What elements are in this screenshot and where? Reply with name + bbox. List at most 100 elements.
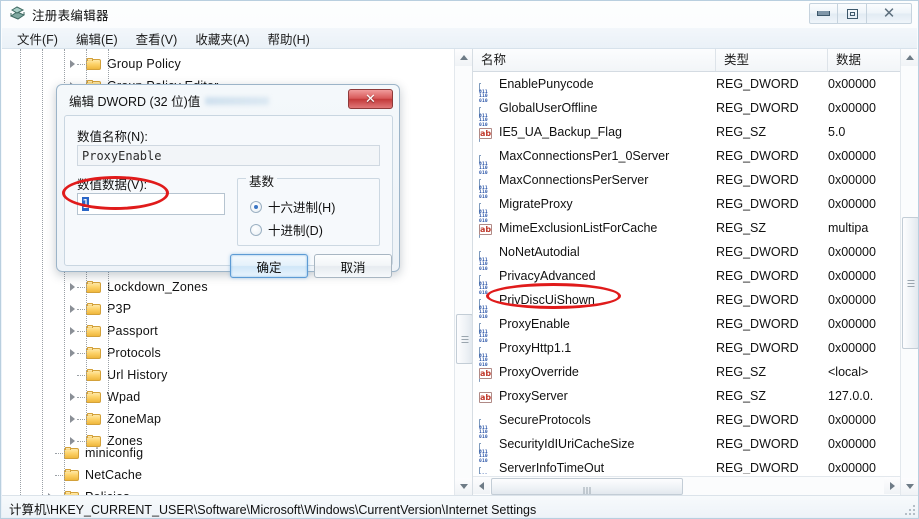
value-name: ProxyOverride [499, 365, 579, 379]
tree-guide-line [42, 49, 43, 495]
table-row[interactable]: 011 110 010 GlobalUserOffline REG_DWORD 0x000… [473, 96, 901, 143]
table-row[interactable]: 011110010 ServerInfoTimeOut REG_DWORD 0x000… [473, 456, 901, 474]
menu-help[interactable]: 帮助(H) [258, 27, 318, 50]
list-scrollbar-horizontal[interactable] [473, 476, 901, 495]
list-scroll-left-button[interactable] [473, 477, 490, 494]
tree-item[interactable]: ZoneMap [70, 408, 161, 430]
list-scroll-down-button[interactable] [901, 478, 918, 495]
registry-values-pane[interactable]: 名称 类型 数据 011 110 010 EnablePunycode REG_DWOR… [473, 49, 918, 495]
value-name: MaxConnectionsPer1_0Server [499, 149, 670, 163]
value-type: REG_DWORD [716, 197, 799, 211]
tree-item[interactable]: NetCache [64, 464, 142, 486]
tree-scroll-thumb[interactable] [456, 314, 472, 364]
list-rows[interactable]: 011 110 010 EnablePunycode REG_DWORD 0x00000 0… [473, 71, 901, 474]
value-data: 0x00000 [828, 149, 876, 163]
tree-item[interactable]: Policies [48, 486, 130, 495]
value-type: REG_SZ [716, 365, 767, 379]
table-row[interactable]: 011 110 010 MigrateProxy REG_DWORD 0x00000 [473, 192, 901, 239]
tree-item[interactable]: Url History [86, 364, 168, 386]
dialog-close-button[interactable]: ✕ [348, 89, 393, 109]
radio-decimal[interactable]: 十进制(D) [250, 220, 323, 239]
tree-expander-icon[interactable] [70, 415, 75, 423]
radio-decimal-icon [250, 223, 262, 236]
dialog-title-bar[interactable]: 编辑 DWORD (32 位)值 ✕ [57, 85, 399, 114]
tree-scroll-up-button[interactable] [455, 49, 472, 66]
tree-expander-icon[interactable] [70, 60, 75, 68]
column-header-name[interactable]: 名称 [473, 49, 716, 71]
tree-expander-icon[interactable] [70, 393, 75, 401]
table-row[interactable]: 011 110 010 SecureProtocols REG_DWORD 0x00000 [473, 408, 901, 455]
value-name: ServerInfoTimeOut [499, 461, 605, 474]
table-row[interactable]: 011 110 010 ProxyEnable REG_DWORD 0x00000 [473, 312, 901, 359]
minimize-button[interactable] [809, 3, 838, 24]
tree-item[interactable]: Wpad [70, 386, 140, 408]
ok-button[interactable]: 确定 [230, 254, 308, 278]
table-row[interactable]: ab IE5_UA_Backup_Flag REG_SZ 5.0 [473, 120, 901, 144]
maximize-button[interactable] [838, 3, 867, 24]
value-data: 0x00000 [828, 437, 876, 451]
dword-icon: 011110010 [479, 437, 493, 474]
tree-item[interactable]: Group Policy [70, 53, 181, 75]
dword-icon: 011110010 [479, 341, 493, 383]
value-data-text: 1 [82, 197, 90, 211]
string-icon: ab [479, 127, 493, 139]
table-row[interactable]: 011 110 010 MaxConnectionsPerServer REG_DWOR… [473, 168, 901, 215]
table-row[interactable]: 011 110 010 MaxConnectionsPer1_0Server REG_D… [473, 144, 901, 191]
value-type: REG_DWORD [716, 341, 799, 355]
column-header-type[interactable]: 类型 [716, 49, 828, 71]
tree-item[interactable]: miniconfig [64, 442, 143, 464]
dword-icon: 011110010 [479, 173, 493, 215]
table-row[interactable]: 011 110 010 EnablePunycode REG_DWORD 0x00000 [473, 72, 901, 119]
tree-expander-icon[interactable] [70, 349, 75, 357]
radio-hexadecimal[interactable]: 十六进制(H) [250, 197, 335, 216]
cancel-button[interactable]: 取消 [314, 254, 392, 278]
table-row[interactable]: 011 110 010 SecurityIdIUriCacheSize REG_DWOR… [473, 432, 901, 474]
tree-connector [77, 353, 85, 354]
list-scroll-right-button[interactable] [884, 477, 901, 494]
list-scroll-up-button[interactable] [901, 49, 918, 66]
close-button[interactable]: ✕ [867, 3, 912, 24]
string-icon: ab [479, 223, 493, 235]
tree-item[interactable]: Passport [70, 320, 158, 342]
title-bar[interactable]: 注册表编辑器 ✕ [1, 1, 918, 28]
table-row[interactable]: ab MimeExclusionListForCache REG_SZ multipa [473, 216, 901, 240]
value-data-field[interactable]: 1 [77, 193, 225, 215]
tree-scrollbar-vertical[interactable] [454, 49, 472, 495]
table-row[interactable]: 011 110 010 PrivDiscUiShown REG_DWORD 0x00000 [473, 288, 901, 335]
radix-groupbox: 基数 十六进制(H) 十进制(D) [237, 171, 380, 246]
tree-item-label: NetCache [85, 468, 143, 482]
menu-view[interactable]: 查看(V) [127, 27, 187, 50]
close-icon: ✕ [882, 4, 896, 22]
list-scrollbar-vertical[interactable] [900, 49, 918, 495]
dword-icon: 011110010 [479, 101, 493, 143]
tree-expander-icon[interactable] [70, 283, 75, 291]
table-row[interactable]: 011 110 010 PrivacyAdvanced REG_DWORD 0x00000 [473, 264, 901, 311]
table-row[interactable]: 011 110 010 NoNetAutodial REG_DWORD 0x00000 [473, 240, 901, 287]
tree-expander-icon[interactable] [70, 327, 75, 335]
dword-icon: 011110010 [479, 317, 493, 359]
tree-item[interactable]: Lockdown_Zones [70, 276, 208, 298]
list-scroll-thumb-horizontal[interactable] [491, 478, 683, 495]
value-name-label: 数值名称(N): [77, 130, 148, 144]
tree-item[interactable]: Protocols [70, 342, 161, 364]
menu-favorites[interactable]: 收藏夹(A) [186, 27, 258, 50]
dword-icon: 011110010 [479, 269, 493, 311]
dialog-title: 编辑 DWORD (32 位)值 [69, 95, 201, 109]
list-scroll-thumb[interactable] [902, 217, 918, 349]
value-type: REG_DWORD [716, 317, 799, 331]
resize-grip-icon[interactable] [903, 503, 915, 515]
radio-hexadecimal-label: 十六进制(H) [268, 201, 336, 215]
menu-file[interactable]: 文件(F) [8, 27, 67, 50]
column-header-data[interactable]: 数据 [828, 49, 901, 71]
folder-icon [86, 57, 102, 71]
value-type: REG_DWORD [716, 269, 799, 283]
value-data: 0x00000 [828, 101, 876, 115]
menu-edit[interactable]: 编辑(E) [67, 27, 127, 50]
dword-icon: 011110010 [479, 413, 493, 455]
table-row[interactable]: 011 110 010 ProxyHttp1.1 REG_DWORD 0x00000 [473, 336, 901, 383]
tree-expander-icon[interactable] [70, 305, 75, 313]
value-name-field[interactable]: ProxyEnable [77, 145, 380, 166]
table-row[interactable]: ab ProxyServer REG_SZ 127.0.0. [473, 384, 901, 408]
table-row[interactable]: ab ProxyOverride REG_SZ <local> [473, 360, 901, 384]
tree-scroll-down-button[interactable] [455, 478, 472, 495]
